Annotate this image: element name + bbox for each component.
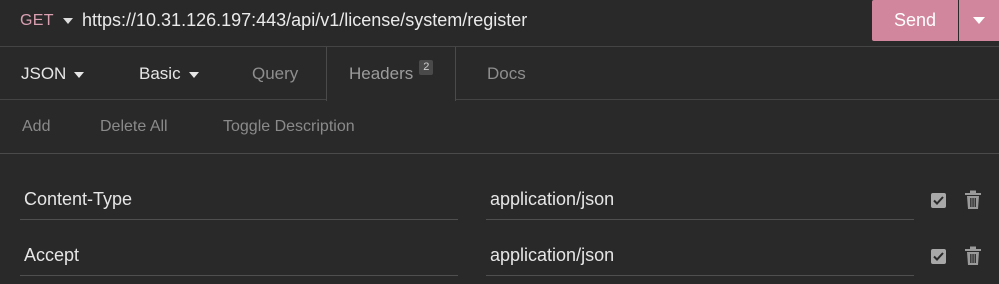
trash-icon[interactable] [964, 190, 982, 210]
url-bar: GET https://10.31.126.197:443/api/v1/lic… [0, 0, 999, 47]
request-tabs: JSON Basic Query Headers 2 Docs [0, 47, 999, 101]
tab-docs-label: Docs [487, 63, 526, 83]
header-name-input[interactable]: Content-Type [20, 180, 458, 220]
header-enabled-checkbox[interactable] [931, 249, 946, 264]
chevron-down-icon[interactable] [63, 18, 73, 24]
url-input[interactable]: https://10.31.126.197:443/api/v1/license… [82, 10, 527, 31]
method-selector[interactable]: GET [20, 12, 54, 30]
checkmark-icon [933, 252, 944, 261]
tab-auth[interactable]: Basic [139, 47, 199, 100]
chevron-down-icon [188, 71, 199, 78]
chevron-down-icon [74, 71, 85, 78]
toggle-description-button[interactable]: Toggle Description [223, 118, 355, 136]
header-value-input[interactable]: application/json [486, 180, 914, 220]
headers-count-badge: 2 [419, 59, 434, 75]
send-button[interactable]: Send [872, 0, 958, 41]
tab-query-label: Query [252, 63, 299, 83]
header-name-input[interactable]: Accept [20, 236, 458, 276]
tab-body[interactable]: JSON [21, 47, 85, 100]
tab-docs[interactable]: Docs [487, 47, 526, 100]
chevron-down-icon [973, 17, 985, 24]
tab-auth-label: Basic [139, 63, 181, 83]
header-row: Accept application/json [0, 230, 999, 282]
headers-actions: Add Delete All Toggle Description [0, 101, 999, 154]
header-value-input[interactable]: application/json [486, 236, 914, 276]
checkmark-icon [933, 196, 944, 205]
header-enabled-checkbox[interactable] [931, 193, 946, 208]
tab-headers-label: Headers [349, 64, 414, 83]
tab-body-label: JSON [21, 63, 67, 83]
trash-icon[interactable] [964, 246, 982, 266]
delete-all-button[interactable]: Delete All [100, 118, 168, 136]
tab-query[interactable]: Query [252, 47, 298, 100]
tab-headers[interactable]: Headers 2 [326, 47, 457, 101]
add-header-button[interactable]: Add [22, 118, 50, 136]
header-row: Content-Type application/json [0, 174, 999, 226]
send-options-button[interactable] [959, 0, 999, 41]
